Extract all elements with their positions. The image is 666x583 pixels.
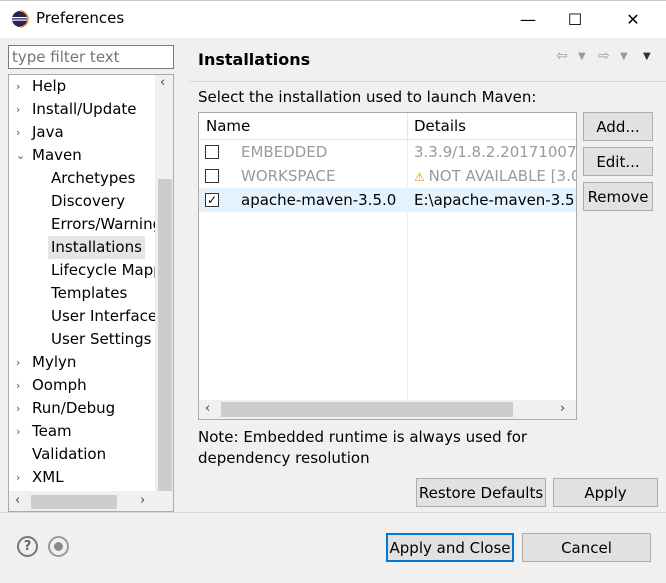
expand-right-icon[interactable]: ›: [16, 399, 28, 419]
apply-and-close-button[interactable]: Apply and Close: [386, 533, 514, 562]
filter-input[interactable]: [8, 45, 174, 69]
installation-details: E:\apache-maven-3.5.0: [414, 191, 577, 209]
tree-item-help[interactable]: Help: [32, 75, 66, 98]
tree-item-team[interactable]: Team: [32, 420, 72, 443]
forward-arrow-icon[interactable]: ⇨: [598, 48, 610, 64]
tree-item-lifecycle-mapp[interactable]: Lifecycle Mapp: [51, 259, 163, 282]
tree-item-run-debug[interactable]: Run/Debug: [32, 397, 115, 420]
tree-item-installations[interactable]: Installations: [48, 236, 145, 259]
tree-item-validation[interactable]: Validation: [32, 443, 106, 466]
cancel-button[interactable]: Cancel: [522, 533, 651, 562]
tree-item-user-settings[interactable]: User Settings: [51, 328, 151, 351]
expand-right-icon[interactable]: ›: [16, 376, 28, 396]
expand-right-icon[interactable]: ›: [16, 353, 28, 373]
installation-name: EMBEDDED: [241, 143, 328, 161]
record-dot-icon: [54, 542, 63, 551]
tree-item-oomph[interactable]: Oomph: [32, 374, 87, 397]
back-dropdown-icon[interactable]: ▼: [578, 51, 586, 62]
warning-icon: ⚠: [414, 170, 429, 184]
preferences-tree[interactable]: › Help › Install/Update › Java ⌄ Maven Archetype…: [8, 74, 174, 512]
table-row[interactable]: ✓ apache-maven-3.5.0 E:\apache-maven-3.5.0: [199, 188, 576, 212]
view-menu-icon[interactable]: ▼: [643, 51, 651, 62]
tree-item-java[interactable]: Java: [32, 121, 64, 144]
table-hscroll-thumb[interactable]: [221, 402, 513, 417]
maximize-button[interactable]: ☐: [552, 0, 598, 38]
help-icon[interactable]: ?: [17, 536, 38, 557]
edit-button[interactable]: Edit...: [583, 147, 653, 176]
tree-item-xml[interactable]: XML: [32, 466, 64, 489]
tree-hscroll-thumb[interactable]: [31, 495, 117, 509]
tree-item-errors-warning[interactable]: Errors/Warning: [51, 213, 162, 236]
close-button[interactable]: ✕: [610, 0, 656, 38]
window-title: Preferences: [36, 9, 125, 27]
table-row[interactable]: WORKSPACE ⚠ NOT AVAILABLE [3.0: [199, 164, 576, 188]
expand-right-icon[interactable]: ›: [16, 123, 28, 143]
expand-right-icon[interactable]: ›: [16, 468, 28, 488]
remove-button[interactable]: Remove: [583, 182, 653, 211]
row-checkbox[interactable]: [205, 169, 219, 183]
expand-right-icon[interactable]: ›: [16, 100, 28, 120]
expand-down-icon[interactable]: ⌄: [16, 146, 28, 166]
apply-button[interactable]: Apply: [553, 478, 658, 507]
installations-table[interactable]: Name Details EMBEDDED 3.3.9/1.8.2.2017100…: [198, 112, 577, 420]
tree-item-discovery[interactable]: Discovery: [51, 190, 125, 213]
minimize-button[interactable]: —: [505, 0, 551, 38]
embedded-runtime-note: Note: Embedded runtime is always used fo…: [198, 428, 528, 467]
row-checkbox[interactable]: [205, 145, 219, 159]
tree-item-maven[interactable]: Maven: [32, 144, 82, 167]
add-button[interactable]: Add...: [583, 112, 653, 141]
scroll-right-icon[interactable]: ›: [560, 401, 565, 416]
installation-name: WORKSPACE: [241, 167, 336, 185]
table-header: Name Details: [199, 113, 576, 140]
forward-dropdown-icon[interactable]: ▼: [620, 51, 628, 62]
column-header-details[interactable]: Details: [414, 117, 466, 135]
restore-defaults-button[interactable]: Restore Defaults: [416, 478, 546, 507]
installation-details: 3.3.9/1.8.2.20171007-0: [414, 143, 577, 161]
tree-item-mylyn[interactable]: Mylyn: [32, 351, 76, 374]
tree-scroll-thumb[interactable]: [158, 179, 172, 511]
installation-name: apache-maven-3.5.0: [241, 191, 397, 209]
scroll-left-icon[interactable]: ‹: [15, 493, 20, 508]
column-header-name[interactable]: Name: [206, 117, 250, 135]
expand-right-icon[interactable]: ›: [16, 422, 28, 442]
instructions-label: Select the installation used to launch M…: [198, 88, 537, 106]
row-checkbox[interactable]: ✓: [205, 193, 219, 207]
tree-item-user-interface[interactable]: User Interface: [51, 305, 157, 328]
installation-details: NOT AVAILABLE [3.0: [428, 167, 577, 185]
table-row[interactable]: EMBEDDED 3.3.9/1.8.2.20171007-0: [199, 140, 576, 164]
eclipse-icon: [12, 10, 29, 28]
scroll-up-icon[interactable]: ‹: [160, 75, 165, 90]
scroll-left-icon[interactable]: ‹: [205, 401, 210, 416]
page-title: Installations: [198, 50, 311, 69]
tree-item-archetypes[interactable]: Archetypes: [51, 167, 135, 190]
back-arrow-icon[interactable]: ⇦: [556, 48, 568, 64]
column-divider[interactable]: [407, 113, 408, 140]
tree-item-install-update[interactable]: Install/Update: [32, 98, 137, 121]
expand-right-icon[interactable]: ›: [16, 77, 28, 97]
scroll-right-icon[interactable]: ›: [140, 493, 145, 508]
tree-item-templates[interactable]: Templates: [51, 282, 127, 305]
